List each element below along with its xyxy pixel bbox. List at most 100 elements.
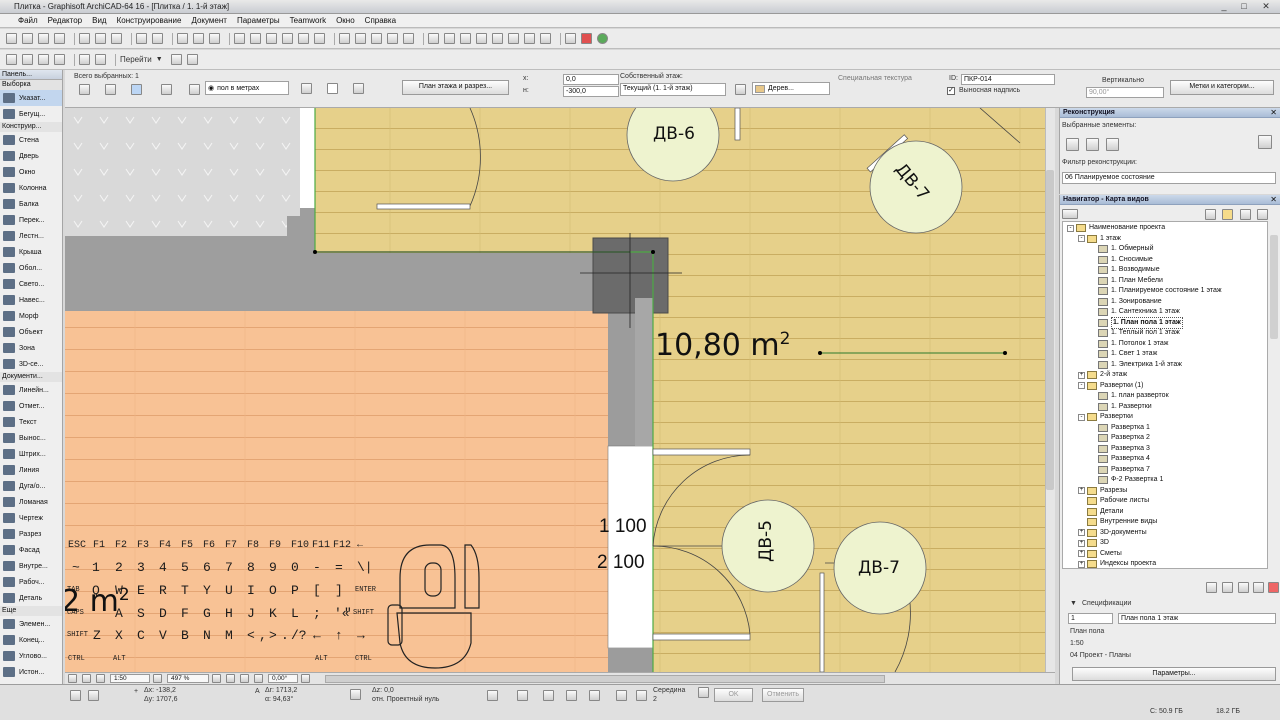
tool-item[interactable]: Дверь	[0, 148, 62, 164]
tool-item[interactable]: Навес...	[0, 292, 62, 308]
horizontal-scrollbar[interactable]	[325, 674, 885, 683]
material-select[interactable]: Дерев...	[752, 82, 830, 95]
tree-node[interactable]: 1. Обмерный	[1089, 244, 1154, 254]
grid-snap-icon[interactable]	[88, 690, 99, 701]
tool-item[interactable]: Текст	[0, 414, 62, 430]
tool-item[interactable]: Стена	[0, 132, 62, 148]
tree-node[interactable]: 1. План Мебели	[1089, 276, 1163, 286]
pencil-icon[interactable]	[301, 83, 312, 94]
tree-node[interactable]: Развертка 2	[1089, 433, 1150, 443]
tool-item[interactable]: 3D-се...	[0, 356, 62, 372]
layout-book-icon[interactable]	[1240, 209, 1251, 220]
tool-item[interactable]: Окно	[0, 164, 62, 180]
tree-node[interactable]: 1. Свет 1 этаж	[1089, 349, 1157, 359]
section-icon[interactable]	[54, 54, 65, 65]
circle-icon[interactable]	[566, 690, 577, 701]
redo-icon[interactable]	[152, 33, 163, 44]
tool-item[interactable]: Внутре...	[0, 558, 62, 574]
new-icon[interactable]	[1106, 138, 1119, 151]
menu-window[interactable]: Окно	[336, 16, 355, 25]
geometry-method-icon[interactable]	[79, 84, 90, 95]
pan-icon[interactable]	[240, 674, 249, 683]
project-map-icon[interactable]	[1205, 209, 1216, 220]
undo-zoom-icon[interactable]	[68, 674, 77, 683]
cancel-button[interactable]: Отменить	[762, 688, 804, 702]
zoom-field[interactable]: 497 %	[167, 674, 209, 683]
tool-item[interactable]: Истон...	[0, 664, 62, 680]
globe-icon[interactable]	[597, 33, 608, 44]
layer-icon[interactable]	[314, 33, 325, 44]
toolbox-group-header[interactable]: Документи...	[0, 372, 62, 382]
tree-node[interactable]: Развертка 4	[1089, 454, 1150, 464]
guide-line-icon[interactable]	[266, 33, 277, 44]
group-icon[interactable]	[339, 33, 350, 44]
paste-icon[interactable]	[111, 33, 122, 44]
tree-node[interactable]: 1. Развертки	[1089, 402, 1152, 412]
arrow-tool-icon[interactable]	[234, 33, 245, 44]
tool-item[interactable]: Отмет...	[0, 398, 62, 414]
snap-guides-icon[interactable]	[298, 33, 309, 44]
tool-item[interactable]: Штрих...	[0, 446, 62, 462]
zoom-in-icon[interactable]	[79, 54, 90, 65]
tree-node[interactable]: 1. Сносимые	[1089, 255, 1153, 265]
delete-icon[interactable]	[1268, 582, 1279, 593]
zoom-in-icon[interactable]	[153, 674, 162, 683]
menu-teamwork[interactable]: Teamwork	[290, 16, 326, 25]
collapse-icon[interactable]: -	[1078, 413, 1085, 421]
tree-node[interactable]: Развертка 1	[1089, 423, 1150, 433]
dx-field[interactable]: 0,0	[563, 74, 619, 85]
spec-number-field[interactable]: 1	[1068, 613, 1113, 624]
print-icon[interactable]	[54, 33, 65, 44]
tool-item[interactable]: Крыша	[0, 244, 62, 260]
angle-field[interactable]: 0,00°	[268, 674, 298, 683]
ruler-icon[interactable]	[250, 33, 261, 44]
line-icon[interactable]	[517, 690, 528, 701]
ok-button[interactable]: OK	[714, 688, 753, 702]
tree-node[interactable]: - Развертки	[1078, 412, 1133, 422]
view-map-icon[interactable]	[1222, 209, 1233, 220]
toolbox-selection[interactable]: Выборка	[0, 80, 62, 90]
zoom-next-icon[interactable]	[96, 674, 105, 683]
open-icon[interactable]	[22, 33, 33, 44]
tool-item[interactable]: Рабоч...	[0, 574, 62, 590]
selection-method-icon[interactable]	[105, 84, 116, 95]
tree-node[interactable]: Развертка 7	[1089, 465, 1150, 475]
door-tag-dv5[interactable]: ДВ-5	[756, 520, 776, 562]
rotate-icon[interactable]	[444, 33, 455, 44]
menu-help[interactable]: Справка	[365, 16, 396, 25]
tool-item[interactable]: Лестн...	[0, 228, 62, 244]
save-view-icon[interactable]	[1238, 582, 1249, 593]
menu-view[interactable]: Вид	[92, 16, 106, 25]
tags-categories-button[interactable]: Метки и категории...	[1170, 80, 1274, 95]
tree-node[interactable]: Развертка 3	[1089, 444, 1150, 454]
toolbox-group-header[interactable]: Конструир...	[0, 122, 62, 132]
collapse-icon[interactable]: -	[1078, 235, 1085, 242]
distribute-icon[interactable]	[492, 33, 503, 44]
menu-file[interactable]: Файл	[18, 16, 38, 25]
menu-document[interactable]: Документ	[191, 16, 227, 25]
tool-pointer[interactable]: Указат...	[0, 90, 62, 106]
lock-icon[interactable]	[355, 33, 366, 44]
cut-icon[interactable]	[79, 33, 90, 44]
tool-item[interactable]: Свето...	[0, 276, 62, 292]
close-button[interactable]: ✕	[1258, 1, 1274, 12]
tree-node[interactable]: 1. Возводимые	[1089, 265, 1160, 275]
menu-edit[interactable]: Редактор	[48, 16, 82, 25]
suspend-groups-icon[interactable]	[371, 33, 382, 44]
tree-node[interactable]: Рабочие листы	[1078, 496, 1149, 506]
menu-design[interactable]: Конструирование	[117, 16, 182, 25]
chevron-down-icon[interactable]: ▼	[1070, 600, 1077, 607]
expand-icon[interactable]: +	[1078, 371, 1085, 379]
tree-node[interactable]: - Развертки (1)	[1078, 381, 1143, 391]
door-tag-dv6[interactable]: ДВ-6	[653, 124, 695, 144]
tool-marquee[interactable]: Бегущ...	[0, 106, 62, 122]
existing-icon[interactable]	[1066, 138, 1079, 151]
tool-item[interactable]: Фасад	[0, 542, 62, 558]
tree-node[interactable]: 1. Зонирование	[1089, 297, 1162, 307]
pick-up-icon[interactable]	[177, 33, 188, 44]
expand-icon[interactable]: +	[1078, 539, 1085, 547]
spec-name-field[interactable]: План пола 1 этаж	[1118, 613, 1276, 624]
zoom-out-icon[interactable]	[95, 54, 106, 65]
orbit-icon[interactable]	[170, 54, 182, 65]
maximize-button[interactable]: □	[1236, 1, 1252, 12]
